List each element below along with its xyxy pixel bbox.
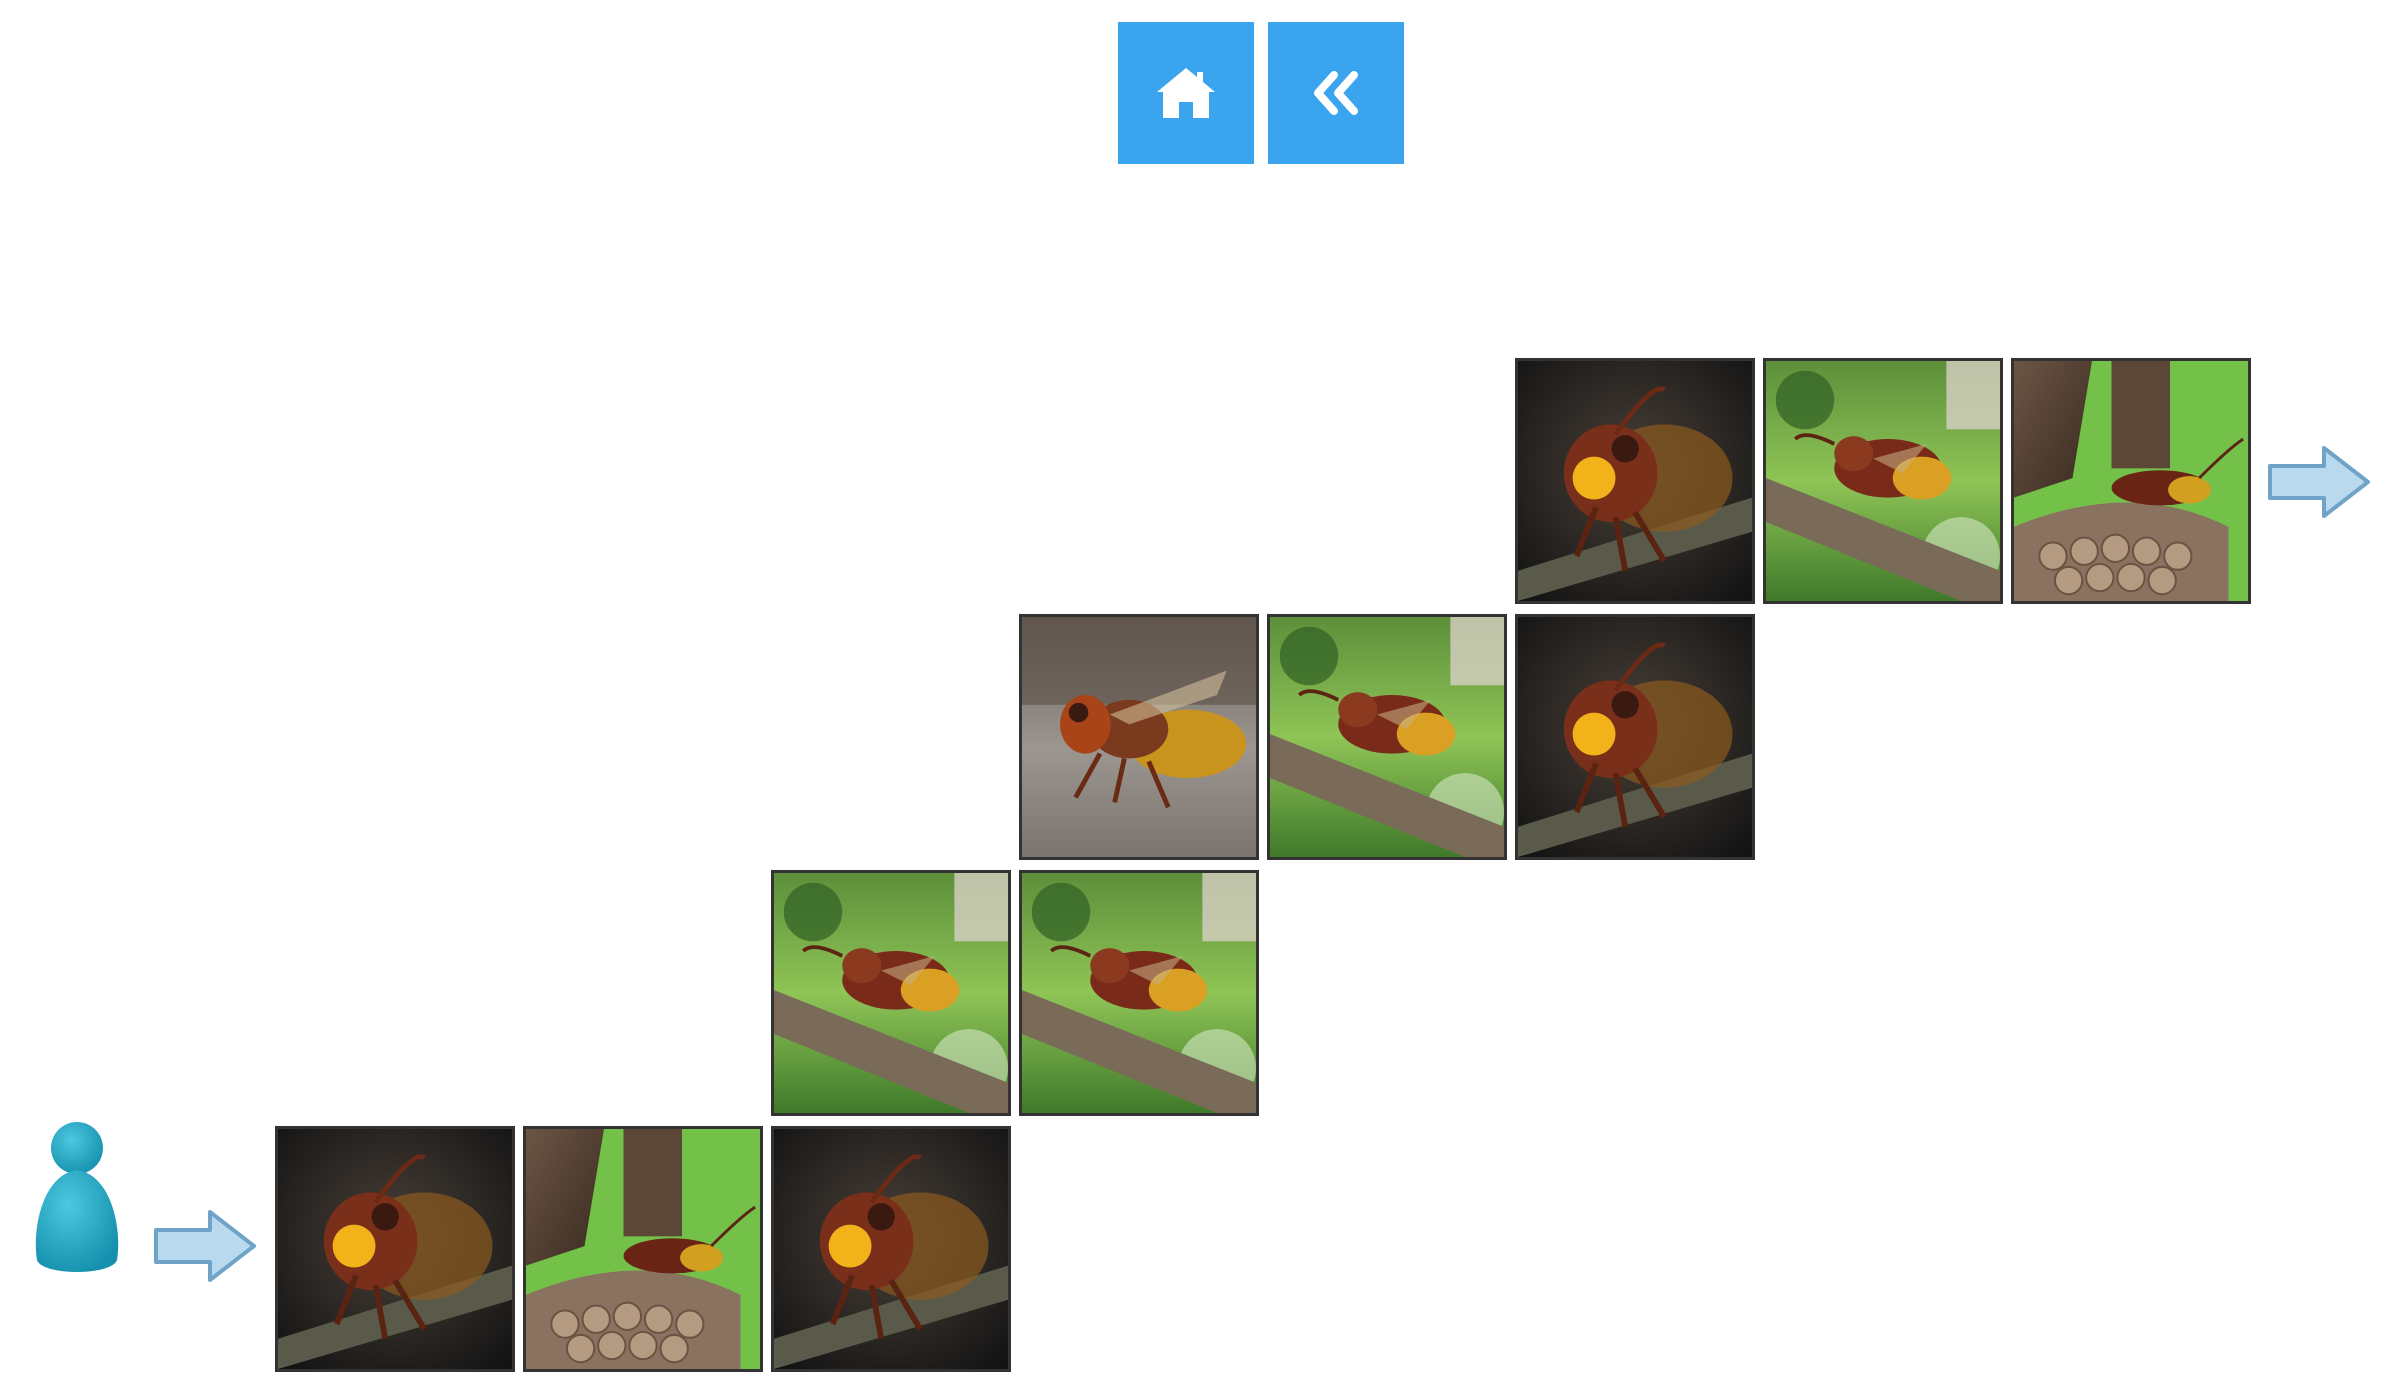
back-button[interactable] — [1268, 22, 1404, 164]
hornet-on-nest-image — [526, 1129, 760, 1369]
hornet-closeup-dark-image — [1518, 617, 1752, 857]
board-tile[interactable] — [771, 870, 1011, 1116]
hornet-side-ground-image — [1022, 617, 1256, 857]
start-arrow-icon — [154, 1210, 256, 1282]
hornet-on-nest-image — [2014, 361, 2248, 601]
board-tile[interactable] — [1515, 614, 1755, 860]
board-tile[interactable] — [1515, 358, 1755, 604]
hornet-on-branch-image — [774, 873, 1008, 1113]
board-tile[interactable] — [1763, 358, 2003, 604]
board-tile[interactable] — [771, 1126, 1011, 1372]
board-tile[interactable] — [2011, 358, 2251, 604]
home-icon — [1157, 68, 1215, 118]
board-tile[interactable] — [275, 1126, 515, 1372]
double-chevron-left-icon — [1314, 71, 1358, 115]
hornet-closeup-dark-image — [278, 1129, 512, 1369]
hornet-closeup-dark-image — [1518, 361, 1752, 601]
hornet-on-branch-image — [1766, 361, 2000, 601]
board-tile[interactable] — [1267, 614, 1507, 860]
board-tile[interactable] — [1019, 870, 1259, 1116]
hornet-on-branch-image — [1022, 873, 1256, 1113]
hornet-on-branch-image — [1270, 617, 1504, 857]
home-button[interactable] — [1118, 22, 1254, 164]
board-tile[interactable] — [523, 1126, 763, 1372]
exit-arrow-icon — [2268, 446, 2370, 518]
board-tile[interactable] — [1019, 614, 1259, 860]
player-pawn-icon — [35, 1122, 119, 1272]
hornet-closeup-dark-image — [774, 1129, 1008, 1369]
